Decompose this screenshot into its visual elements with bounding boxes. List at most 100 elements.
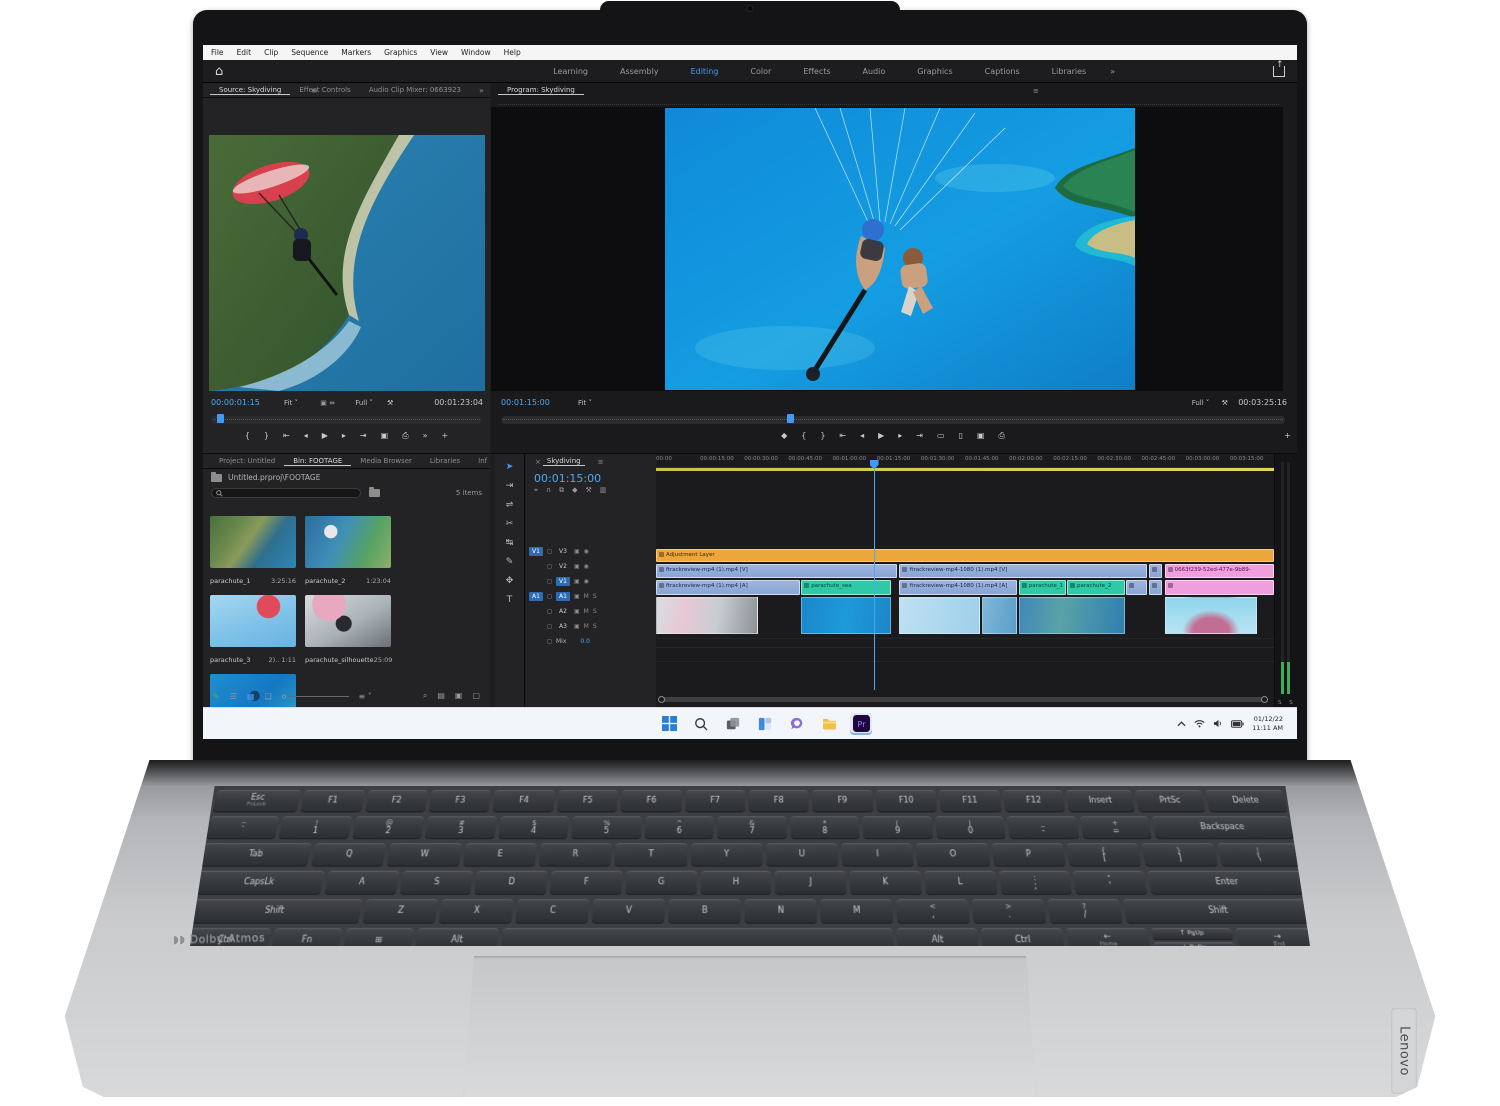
- timeline-clip[interactable]: parachute_1: [1019, 580, 1066, 595]
- key-f[interactable]: F: [550, 871, 622, 895]
- key-g[interactable]: G: [625, 871, 697, 895]
- tool-icon[interactable]: ↹: [506, 538, 514, 548]
- program-zoom-select[interactable]: Fit ˅: [578, 399, 592, 407]
- key--[interactable]: →End: [1235, 928, 1322, 953]
- eye-icon[interactable]: ◉: [584, 548, 589, 555]
- key-8[interactable]: *8: [790, 816, 859, 839]
- transport-icon[interactable]: »: [423, 431, 428, 441]
- lock-icon[interactable]: ◻: [547, 608, 552, 615]
- source-patch-badge[interactable]: [529, 607, 543, 616]
- timeline-clip[interactable]: 0663f239-52ed-477e-9b89-: [1165, 564, 1274, 578]
- key-q[interactable]: Q: [311, 843, 387, 866]
- track-name-badge[interactable]: A3: [556, 622, 570, 631]
- lock-icon[interactable]: ◻: [547, 623, 552, 630]
- bin-clip[interactable]: parachute_1 3:25:16: [210, 516, 296, 585]
- program-panel-tab[interactable]: Program: Skydiving: [498, 86, 584, 95]
- track-name-badge[interactable]: V2: [556, 562, 570, 571]
- key-6[interactable]: ^6: [644, 816, 713, 839]
- track-a3-lane[interactable]: [656, 652, 1274, 662]
- source-panel-tab[interactable]: Effect Controls: [290, 86, 359, 94]
- timeline-ruler[interactable]: 00:0000:00:15:0000:00:30:0000:00:45:0000…: [656, 454, 1274, 468]
- key--[interactable]: |\: [1217, 843, 1301, 866]
- keyboard[interactable]: EscFnLockF1F2F3F4F5F6F7F8F9F10F11F12Inse…: [178, 790, 1322, 953]
- key--[interactable]: ~`: [206, 816, 280, 839]
- sync-lock-icon[interactable]: ▣: [574, 548, 580, 555]
- search-input[interactable]: [211, 488, 361, 498]
- program-playhead[interactable]: [787, 414, 794, 423]
- source-panel-tab[interactable]: »: [470, 86, 493, 95]
- freeform-view-icon[interactable]: ❏: [264, 692, 271, 701]
- file-explorer-icon[interactable]: [818, 713, 840, 735]
- key-j[interactable]: J: [775, 871, 846, 895]
- transport-icon[interactable]: ⎙: [402, 431, 408, 441]
- track-v3-lane[interactable]: Adjustment Layer: [656, 549, 1274, 562]
- source-panel-tab[interactable]: Source: Skydiving: [210, 86, 290, 95]
- mix-track-header[interactable]: ◻ Mix 0.0: [526, 634, 656, 649]
- sync-lock-icon[interactable]: ▣: [574, 563, 580, 570]
- menu-item[interactable]: Graphics: [384, 48, 417, 57]
- menu-item[interactable]: Clip: [264, 48, 278, 57]
- key-f11[interactable]: F11: [939, 790, 1001, 812]
- key-f3[interactable]: F3: [429, 790, 492, 812]
- program-res-select[interactable]: Full ˅: [1192, 399, 1210, 407]
- menu-item[interactable]: Sequence: [291, 48, 328, 57]
- timeline-clip[interactable]: parachute_sea: [801, 580, 891, 595]
- transport-icon[interactable]: ⇥: [916, 431, 923, 441]
- zoom-slider[interactable]: o: [282, 692, 349, 701]
- workspace-tab[interactable]: Graphics: [901, 67, 968, 76]
- transport-icon[interactable]: ▶: [322, 431, 328, 441]
- mute-button[interactable]: M: [584, 623, 589, 630]
- key-delete[interactable]: Delete: [1205, 790, 1288, 812]
- menu-item[interactable]: Help: [504, 48, 521, 57]
- timeline-clip[interactable]: ftrackreview-mp4-1080 (1).mp4 [V]: [899, 564, 1146, 578]
- source-patch-badge[interactable]: [529, 562, 543, 571]
- transport-icon[interactable]: ⇤: [283, 431, 290, 441]
- source-playhead[interactable]: [217, 414, 224, 423]
- timeline-toggle-icon[interactable]: ▥: [600, 486, 607, 495]
- track-name-badge[interactable]: V1: [556, 577, 570, 586]
- key-1[interactable]: !1: [279, 816, 352, 839]
- key-space[interactable]: [500, 928, 893, 953]
- video-track-header[interactable]: V1 ◻ V3 ▣ ◉: [526, 544, 656, 559]
- track-v1-a1-lane[interactable]: ftrackreview-mp4 (1).mp4 [A]parachute_se…: [656, 580, 1274, 595]
- key-u[interactable]: U: [766, 843, 838, 866]
- transport-icon[interactable]: ⎙: [999, 431, 1005, 441]
- key-a[interactable]: A: [324, 871, 399, 895]
- transport-icon[interactable]: ⇥: [360, 431, 367, 441]
- task-view-icon[interactable]: [722, 713, 744, 735]
- transport-icon[interactable]: ▸: [898, 431, 902, 441]
- chat-icon[interactable]: [786, 713, 808, 735]
- project-panel-tab[interactable]: Libraries: [421, 457, 469, 465]
- key-prtsc[interactable]: PrtSc: [1135, 790, 1205, 812]
- key-capslk[interactable]: CapsLk: [192, 871, 324, 895]
- key-d[interactable]: D: [475, 871, 548, 895]
- source-res-select[interactable]: Full ˅: [355, 399, 373, 407]
- lock-icon[interactable]: ◻: [547, 548, 552, 555]
- menu-item[interactable]: View: [430, 48, 448, 57]
- scroll-handle[interactable]: [1261, 696, 1268, 703]
- clip-thumbnail[interactable]: [210, 516, 296, 568]
- key--[interactable]: {[: [1067, 843, 1142, 866]
- project-panel-tab[interactable]: Media Browser: [351, 457, 421, 465]
- quick-export-icon[interactable]: [1273, 66, 1285, 77]
- panel-menu-icon[interactable]: ≡: [1024, 87, 1048, 95]
- speaker-icon[interactable]: [1213, 719, 1223, 728]
- program-scrubber[interactable]: [501, 416, 1285, 424]
- key--[interactable]: ⊞: [342, 928, 414, 953]
- clip-thumbnail[interactable]: [210, 595, 296, 647]
- transport-icon[interactable]: {: [801, 431, 806, 441]
- audio-track-header[interactable]: ◻ A3 ▣ M S: [526, 619, 656, 634]
- workspace-tab[interactable]: Captions: [969, 67, 1036, 76]
- track-name-badge[interactable]: A2: [556, 607, 570, 616]
- tool-icon[interactable]: ✂: [506, 519, 514, 529]
- key-alt[interactable]: Alt: [415, 928, 499, 953]
- key--pgup[interactable]: ↑ PgUp: [1151, 928, 1234, 939]
- audio-track-header[interactable]: ◻ A2 ▣ M S: [526, 604, 656, 619]
- new-bin-icon[interactable]: ▤: [437, 691, 445, 701]
- workspace-tab[interactable]: Assembly: [604, 67, 675, 76]
- eye-icon[interactable]: ◉: [584, 578, 589, 585]
- tool-icon[interactable]: ✥: [506, 576, 514, 586]
- search-taskbar-icon[interactable]: [690, 713, 712, 735]
- key-v[interactable]: V: [592, 899, 665, 924]
- key-9[interactable]: (9: [863, 816, 933, 839]
